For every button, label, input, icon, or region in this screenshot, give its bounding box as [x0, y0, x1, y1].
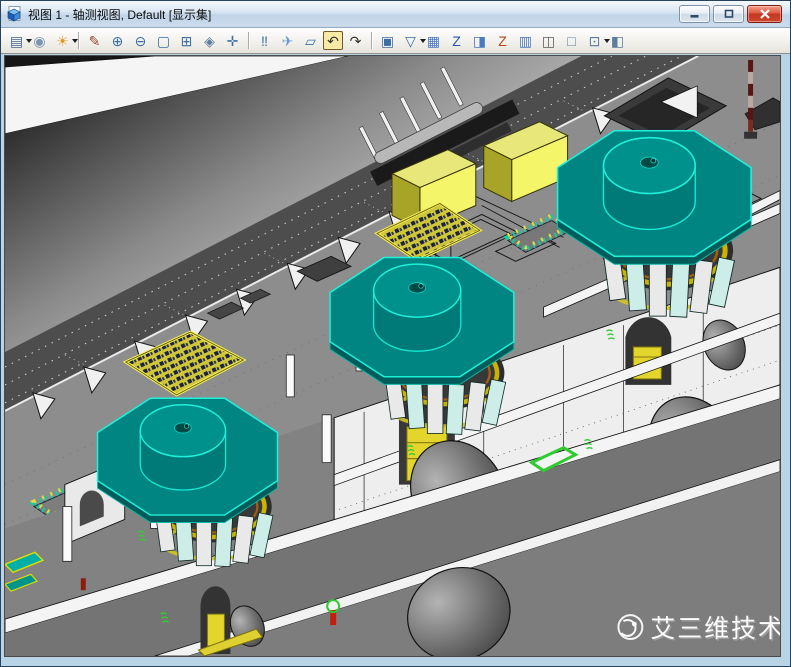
set-active-depth-icon[interactable]: Z — [446, 31, 467, 51]
view-previous-icon[interactable]: ↶ — [323, 31, 343, 50]
restore-icon — [723, 9, 735, 19]
close-button[interactable] — [747, 5, 782, 23]
walk-icon[interactable]: ‼ — [254, 31, 275, 51]
clip-mask-icon[interactable]: ▦ — [423, 31, 444, 51]
render-mode-icon[interactable]: ◧ — [607, 31, 628, 51]
minimize-button[interactable] — [679, 5, 710, 23]
fly-icon[interactable]: ✈ — [277, 31, 298, 51]
window-title: 视图 1 - 轴测视图, Default [显示集] — [28, 6, 211, 23]
adjust-brightness-icon[interactable]: ☀ — [52, 31, 73, 51]
view-cube-icon[interactable]: □ — [561, 31, 582, 51]
view-attributes-icon[interactable]: ▤ — [6, 31, 27, 51]
close-icon — [759, 9, 771, 19]
show-display-depth-icon[interactable]: ▥ — [515, 31, 536, 51]
minimize-icon — [689, 9, 701, 19]
toolbar-separator — [371, 32, 372, 49]
view-next-icon[interactable]: ↷ — [345, 31, 366, 51]
show-active-depth-icon[interactable]: ◨ — [469, 31, 490, 51]
rotate-view-icon[interactable]: ◈ — [199, 31, 220, 51]
view-toolbar: ▤◉☀✎⊕⊖▢⊞◈✛‼✈▱↶↷▣▽▦Z◨Z▥◫□⊡◧ — [1, 28, 790, 54]
view-window: 视图 1 - 轴测视图, Default [显示集] ▤◉☀ ✎⊕⊖▢⊞◈✛ ‼✈▱… — [0, 0, 791, 667]
set-display-depth-icon[interactable]: Z — [492, 31, 513, 51]
titlebar[interactable]: 视图 1 - 轴测视图, Default [显示集] — [1, 1, 790, 28]
display-style-icon[interactable]: ◉ — [29, 31, 50, 51]
dropdown-caret-icon — [72, 39, 78, 43]
fit-view-icon[interactable]: ⊞ — [176, 31, 197, 51]
toolbar-separator — [78, 32, 79, 49]
navigate-view-icon[interactable]: ▱ — [300, 31, 321, 51]
update-view-icon[interactable]: ✎ — [84, 31, 105, 51]
look-around-icon[interactable]: ⊡ — [584, 31, 605, 51]
restore-button[interactable] — [713, 5, 744, 23]
copy-view-icon[interactable]: ▣ — [377, 31, 398, 51]
view1-3d-viewport[interactable]: 艾三维技术 艾三维技术 — [4, 55, 781, 657]
watermark-text: 艾三维技术 — [650, 615, 780, 643]
clip-volume-icon[interactable]: ▽ — [400, 31, 421, 51]
zoom-in-icon[interactable]: ⊕ — [107, 31, 128, 51]
zoom-out-icon[interactable]: ⊖ — [130, 31, 151, 51]
view-cube-app-icon — [6, 6, 22, 22]
pan-view-icon[interactable]: ✛ — [222, 31, 243, 51]
camera-settings-icon[interactable]: ◫ — [538, 31, 559, 51]
window-area-icon[interactable]: ▢ — [153, 31, 174, 51]
toolbar-separator — [248, 32, 249, 49]
axonometric-scene: 艾三维技术 艾三维技术 — [5, 56, 780, 656]
window-controls — [679, 5, 785, 23]
